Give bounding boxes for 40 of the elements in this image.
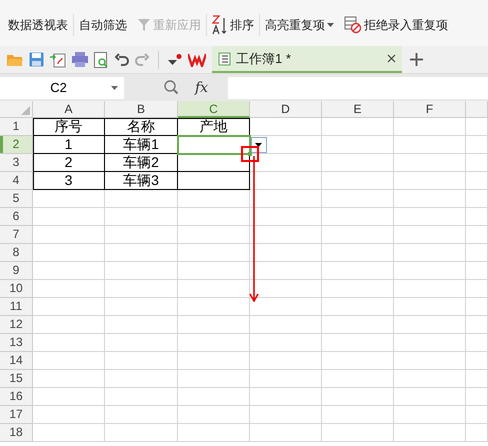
row-header[interactable]: 17: [0, 406, 33, 424]
row-header[interactable]: 18: [0, 424, 33, 442]
table-cell[interactable]: 2: [33, 154, 105, 172]
ribbon-button[interactable]: 高亮重复项: [265, 16, 325, 34]
ribbon-button[interactable]: 拒绝录入重复项: [364, 16, 448, 34]
row-header[interactable]: 3: [0, 154, 33, 172]
row-header[interactable]: 5: [0, 190, 33, 208]
row-header[interactable]: 6: [0, 208, 33, 226]
row-header[interactable]: 1: [0, 118, 33, 136]
row-header[interactable]: 8: [0, 244, 33, 262]
name-box[interactable]: C2: [0, 76, 124, 98]
row-header[interactable]: 7: [0, 226, 33, 244]
row-header[interactable]: 14: [0, 352, 33, 370]
row-header[interactable]: 15: [0, 370, 33, 388]
workbook-tab[interactable]: 工作簿1 *: [212, 46, 402, 73]
row-header[interactable]: 10: [0, 280, 33, 298]
row-header[interactable]: 16: [0, 388, 33, 406]
column-header[interactable]: C: [178, 101, 250, 118]
row-header[interactable]: 4: [0, 172, 33, 190]
table-cell[interactable]: 车辆1: [105, 136, 178, 154]
table-cell[interactable]: 3: [33, 172, 105, 190]
table-cell[interactable]: 序号: [33, 118, 105, 136]
column-header[interactable]: A: [33, 101, 105, 118]
column-header[interactable]: D: [250, 101, 322, 118]
row-header[interactable]: 9: [0, 262, 33, 280]
table-cell[interactable]: 1: [33, 136, 105, 154]
table-cell[interactable]: 车辆2: [105, 154, 178, 172]
ribbon-button[interactable]: 排序: [230, 16, 254, 34]
ribbon-button[interactable]: 自动筛选: [79, 16, 127, 34]
row-header[interactable]: 12: [0, 316, 33, 334]
row-header[interactable]: 2: [0, 136, 33, 154]
row-header[interactable]: 11: [0, 298, 33, 316]
function-button[interactable]: fx: [191, 80, 212, 96]
column-header[interactable]: F: [394, 101, 466, 118]
table-cell[interactable]: 产地: [178, 118, 250, 136]
ribbon-button[interactable]: 数据透视表: [8, 16, 68, 34]
column-header[interactable]: E: [322, 101, 394, 118]
table-cell[interactable]: 名称: [105, 118, 178, 136]
table-cell[interactable]: 车辆3: [105, 172, 178, 190]
row-header[interactable]: 13: [0, 334, 33, 352]
